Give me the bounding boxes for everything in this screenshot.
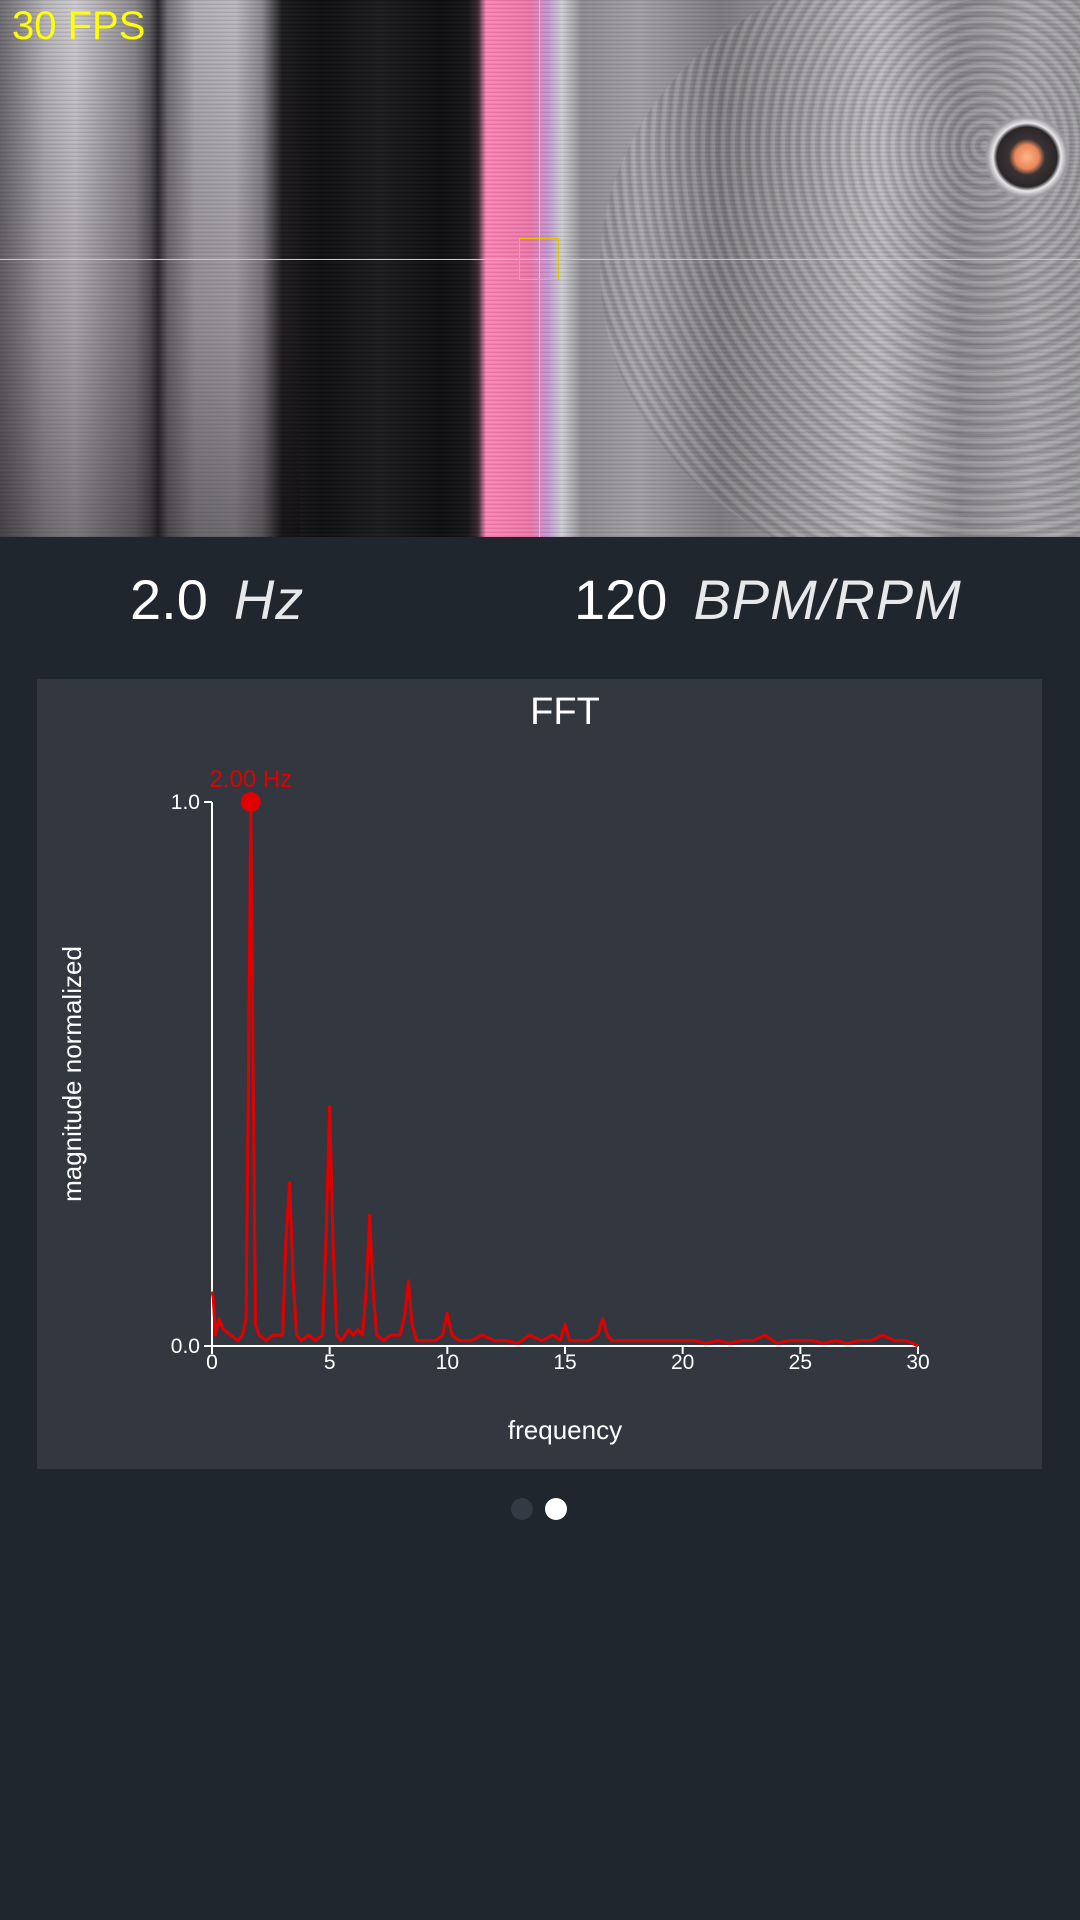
x-tick-label: 5 — [324, 1351, 336, 1374]
x-tick-label: 30 — [906, 1351, 929, 1374]
crosshair-target-box[interactable] — [519, 238, 559, 280]
y-tick-label: 1.0 — [171, 791, 200, 814]
frequency-value: 2.0 — [130, 568, 208, 631]
x-tick-label: 15 — [553, 1351, 576, 1374]
x-axis-label: frequency — [508, 1415, 622, 1445]
fps-counter: 30 FPS — [12, 4, 146, 48]
y-axis-label: magnitude normalized — [57, 946, 87, 1202]
page-indicator-dot-1[interactable] — [511, 1498, 533, 1520]
fft-chart-card[interactable]: FFT magnitude normalized frequency 0 5 10 1… — [37, 679, 1042, 1469]
x-tick-label: 0 — [206, 1351, 218, 1374]
x-tick-label: 25 — [789, 1351, 812, 1374]
bpm-value: 120 — [574, 568, 668, 631]
bpm-readout: 120 BPM/RPM — [574, 563, 962, 637]
fft-spectrum-line — [210, 800, 919, 1348]
chart-title: FFT — [530, 691, 600, 733]
x-tick-label: 10 — [436, 1351, 459, 1374]
fft-chart: FFT magnitude normalized frequency 0 5 10 1… — [57, 691, 930, 1445]
frequency-readout: 2.0 Hz — [130, 563, 304, 637]
chart-series: 2.00 Hz — [209, 766, 919, 1348]
x-tick-label: 20 — [671, 1351, 694, 1374]
y-tick-label: 0.0 — [171, 1335, 200, 1358]
page-indicator-dot-2-active[interactable] — [545, 1498, 567, 1520]
bpm-unit: BPM/RPM — [693, 568, 962, 631]
peak-marker — [240, 792, 261, 812]
camera-preview[interactable]: 30 FPS — [0, 0, 1080, 537]
record-spindle — [984, 114, 1070, 200]
camera-shade — [0, 0, 300, 537]
record-grooves — [600, 0, 1080, 537]
peak-label: 2.00 Hz — [209, 766, 292, 793]
frequency-unit: Hz — [233, 568, 305, 631]
